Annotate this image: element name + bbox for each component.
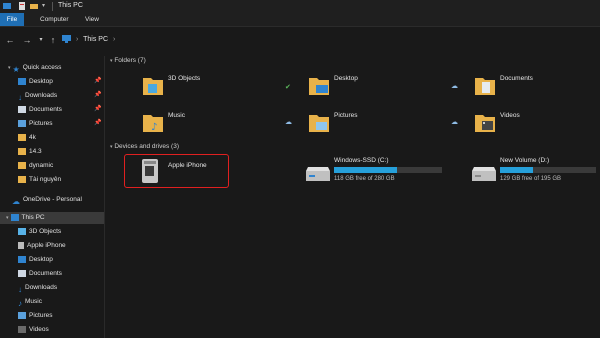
drive-c-usage-fill <box>334 167 397 173</box>
sidebar-item-quick-access[interactable]: ▾ ★ Quick access <box>8 62 61 74</box>
sidebar-item-downloads-pc[interactable]: ↓ Downloads <box>18 282 57 294</box>
cloud-icon: ☁ <box>12 196 20 206</box>
cube-icon <box>18 227 26 235</box>
documents-folder-icon <box>475 78 495 95</box>
document-icon <box>18 269 26 277</box>
cloud-icon: ☁ <box>285 119 292 126</box>
sidebar-item-4k[interactable]: 4k <box>18 132 36 144</box>
sidebar-item-tai-nguyen[interactable]: Tài nguyên <box>18 174 61 186</box>
pc-icon <box>62 35 71 44</box>
hard-drive-icon <box>306 167 330 181</box>
download-icon: ↓ <box>18 92 22 102</box>
ribbon: File Computer View <box>0 13 600 27</box>
address-bar[interactable]: › This PC › <box>62 33 115 47</box>
drive-d-usage-fill <box>500 167 533 173</box>
back-arrow-icon[interactable]: ← <box>5 35 15 45</box>
quick-access-dropdown-icon[interactable]: ▾ <box>42 2 50 10</box>
drive-d-usage-bar <box>500 167 596 173</box>
navigation-pane: ▾ ★ Quick access Desktop 📌 ↓ Downloads 📌 Do… <box>0 56 105 338</box>
music-icon: ♪ <box>18 298 22 308</box>
star-icon: ★ <box>12 64 20 74</box>
hard-drive-icon <box>472 167 496 181</box>
pin-icon[interactable]: 📌 <box>94 119 101 126</box>
folder-icon <box>18 161 26 169</box>
title-separator <box>52 2 53 11</box>
sidebar-item-pictures-pc[interactable]: Pictures <box>18 310 52 322</box>
properties-icon[interactable] <box>18 2 26 10</box>
portable-device-icon <box>142 159 158 183</box>
sidebar-item-this-pc[interactable]: ▾ This PC <box>0 212 104 224</box>
breadcrumb[interactable]: This PC <box>83 36 108 43</box>
tab-view[interactable]: View <box>85 13 99 26</box>
pin-icon[interactable]: 📌 <box>94 105 101 112</box>
window-title: This PC <box>58 2 83 9</box>
picture-icon <box>18 119 26 127</box>
cloud-icon: ☁ <box>451 119 458 126</box>
pictures-folder-icon <box>309 115 329 132</box>
sidebar-item-14-3[interactable]: 14.3 <box>18 146 42 158</box>
chevron-down-icon[interactable]: ▾ <box>8 65 11 71</box>
folder-music[interactable]: ♪ Music <box>142 110 262 140</box>
explorer-icon <box>3 3 11 9</box>
pin-icon[interactable]: 📌 <box>94 77 101 84</box>
drive-c-usage-bar <box>334 167 442 173</box>
new-folder-icon[interactable] <box>30 2 38 10</box>
sidebar-item-pictures[interactable]: Pictures <box>18 118 52 130</box>
recent-locations-icon[interactable]: ▾ <box>36 35 46 45</box>
folder-icon <box>18 133 26 141</box>
folder-documents[interactable]: Documents <box>474 73 594 103</box>
drive-d[interactable]: New Volume (D:) 129 GB free of 195 GB <box>468 155 598 187</box>
up-arrow-icon[interactable]: ↑ <box>48 35 58 45</box>
sidebar-item-documents[interactable]: Documents <box>18 104 62 116</box>
title-bar: ▾ This PC <box>0 0 600 13</box>
devices-section-header[interactable]: ▾ Devices and drives (3) <box>110 143 179 150</box>
folder-3d-objects[interactable]: 3D Objects <box>142 73 262 103</box>
music-folder-icon: ♪ <box>143 115 163 133</box>
sidebar-item-dynamic[interactable]: dynamic <box>18 160 53 172</box>
svg-text:♪: ♪ <box>151 122 157 133</box>
breadcrumb-chevron-icon: › <box>75 36 79 43</box>
chevron-down-icon[interactable]: ▾ <box>110 144 113 150</box>
desktop-folder-icon <box>309 78 329 95</box>
folder-icon <box>18 147 26 155</box>
sidebar-item-videos[interactable]: Videos <box>18 324 49 336</box>
sidebar-item-downloads[interactable]: ↓ Downloads <box>18 90 57 102</box>
sidebar-item-desktop-pc[interactable]: Desktop <box>18 254 53 266</box>
sidebar-item-onedrive[interactable]: ☁ OneDrive - Personal <box>12 194 82 206</box>
desktop-icon <box>18 255 26 263</box>
video-icon <box>18 325 26 333</box>
folder-icon <box>18 175 26 183</box>
breadcrumb-chevron-icon: › <box>112 36 116 43</box>
phone-icon <box>18 241 24 249</box>
drive-c[interactable]: Windows-SSD (C:) 118 GB free of 280 GB <box>302 155 447 187</box>
download-icon: ↓ <box>18 284 22 294</box>
chevron-down-icon[interactable]: ▾ <box>6 215 9 221</box>
forward-arrow-icon[interactable]: → <box>22 35 32 45</box>
sidebar-item-music[interactable]: ♪ Music <box>18 296 42 308</box>
sync-status-icon: ✔ <box>285 84 291 91</box>
tab-computer[interactable]: Computer <box>40 13 69 26</box>
sidebar-item-3d-objects[interactable]: 3D Objects <box>18 226 61 238</box>
cloud-icon: ☁ <box>451 83 458 90</box>
pin-icon[interactable]: 📌 <box>94 91 101 98</box>
folders-section-header[interactable]: ▾ Folders (7) <box>110 57 146 64</box>
3d-objects-folder-icon <box>143 78 163 95</box>
folder-videos[interactable]: Videos <box>474 110 594 140</box>
desktop-icon <box>18 77 26 85</box>
device-apple-iphone[interactable]: Apple iPhone <box>138 157 228 187</box>
sidebar-item-documents-pc[interactable]: Documents <box>18 268 62 280</box>
sidebar-item-desktop[interactable]: Desktop <box>18 76 53 88</box>
folder-pictures[interactable]: Pictures <box>308 110 438 140</box>
navigation-bar: ← → ▾ ↑ › This PC › <box>0 27 600 53</box>
picture-icon <box>18 311 26 319</box>
document-icon <box>18 105 26 113</box>
chevron-down-icon[interactable]: ▾ <box>110 58 113 64</box>
pc-icon <box>10 213 19 221</box>
videos-folder-icon <box>475 115 495 132</box>
tab-file[interactable]: File <box>0 13 24 26</box>
folder-desktop[interactable]: Desktop <box>308 73 438 103</box>
sidebar-item-apple-iphone[interactable]: Apple iPhone <box>18 240 66 252</box>
